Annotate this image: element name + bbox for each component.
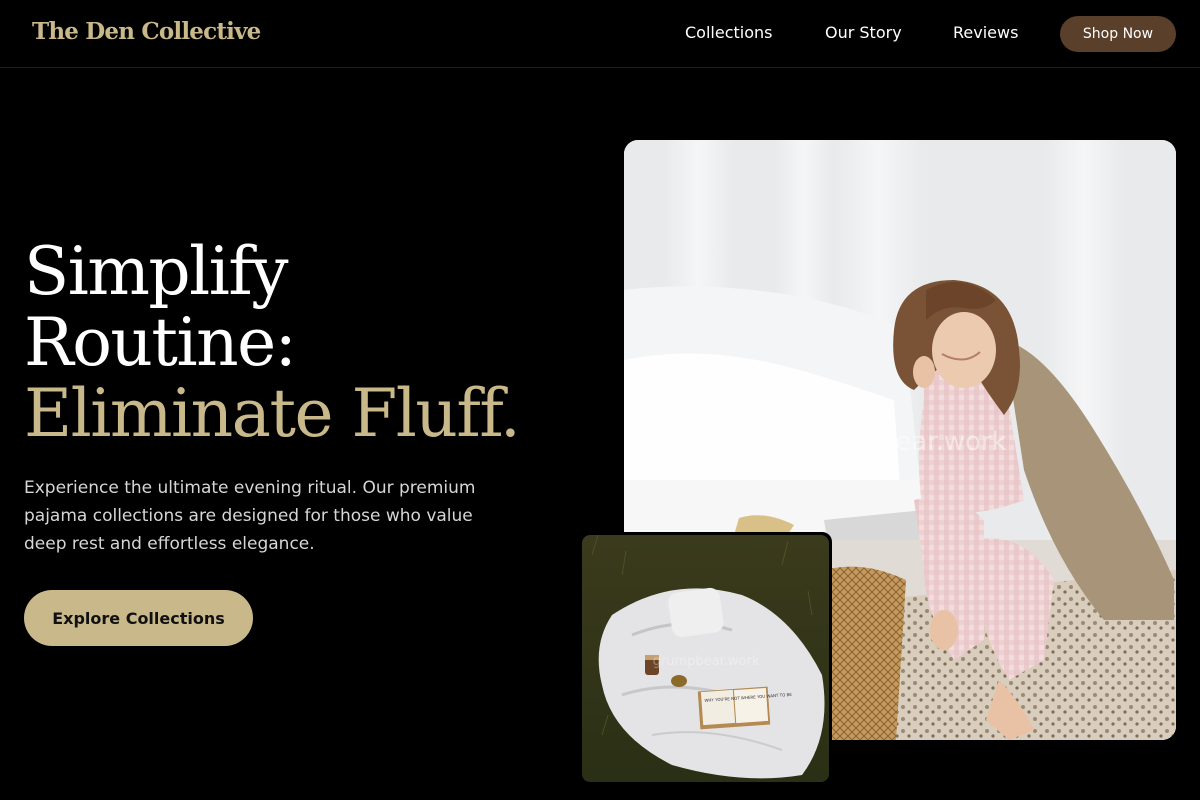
explore-collections-button[interactable]: Explore Collections [24,590,253,646]
nav-link-our-story[interactable]: Our Story [825,23,902,42]
inset-photo-illustration: WHY YOU'RE NOT WHERE YOU WANT TO BE grum… [582,535,829,782]
nav-link-collections[interactable]: Collections [685,23,772,42]
hero-title: Simplify Routine: Eliminate Fluff. [24,233,521,452]
hero-title-line-2: Routine: [24,304,297,381]
hero-title-line-3: Eliminate Fluff. [24,375,521,452]
site-header: The Den Collective Collections Our Story… [0,0,1200,68]
brand-logo[interactable]: The Den Collective [32,18,261,45]
inset-photo-watermark: grumpbear.work [653,654,760,669]
shop-now-button[interactable]: Shop Now [1060,16,1176,52]
nav-link-reviews[interactable]: Reviews [953,23,1018,42]
hero-title-line-1: Simplify [24,233,289,310]
inset-photo-picnic-blanket: WHY YOU'RE NOT WHERE YOU WANT TO BE grum… [579,532,832,785]
main-photo-watermark: grumpbear.work [793,427,1006,457]
hero-description: Experience the ultimate evening ritual. … [24,478,476,554]
